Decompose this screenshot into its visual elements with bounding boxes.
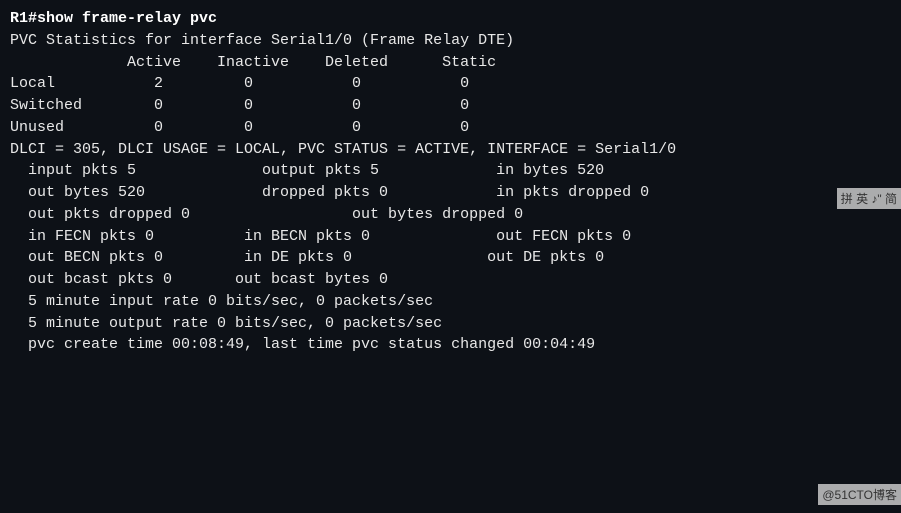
out-bytes-line: out bytes 520 dropped pkts 0 in pkts dro…	[10, 182, 891, 204]
rate-in-line: 5 minute input rate 0 bits/sec, 0 packet…	[10, 291, 891, 313]
table-header: Active Inactive Deleted Static	[10, 52, 891, 74]
dlci-line: DLCI = 305, DLCI USAGE = LOCAL, PVC STAT…	[10, 139, 891, 161]
becn-line: out BECN pkts 0 in DE pkts 0 out DE pkts…	[10, 247, 891, 269]
pvc-stats-header: PVC Statistics for interface Serial1/0 (…	[10, 30, 891, 52]
local-row: Local 2 0 0 0	[10, 73, 891, 95]
command-prompt: R1#show frame-relay pvc	[10, 8, 891, 30]
unused-row: Unused 0 0 0 0	[10, 117, 891, 139]
bcast-line: out bcast pkts 0 out bcast bytes 0	[10, 269, 891, 291]
pvc-time-line: pvc create time 00:08:49, last time pvc …	[10, 334, 891, 356]
watermark-site: @51CTO博客	[818, 484, 901, 505]
terminal-window: R1#show frame-relay pvc PVC Statistics f…	[0, 0, 901, 513]
out-pkts-dropped-line: out pkts dropped 0 out bytes dropped 0	[10, 204, 891, 226]
switched-row: Switched 0 0 0 0	[10, 95, 891, 117]
input-pkts-line: input pkts 5 output pkts 5 in bytes 520	[10, 160, 891, 182]
rate-out-line: 5 minute output rate 0 bits/sec, 0 packe…	[10, 313, 891, 335]
fecn-line: in FECN pkts 0 in BECN pkts 0 out FECN p…	[10, 226, 891, 248]
watermark-ime: 拼 英 ♪" 简	[837, 188, 901, 209]
